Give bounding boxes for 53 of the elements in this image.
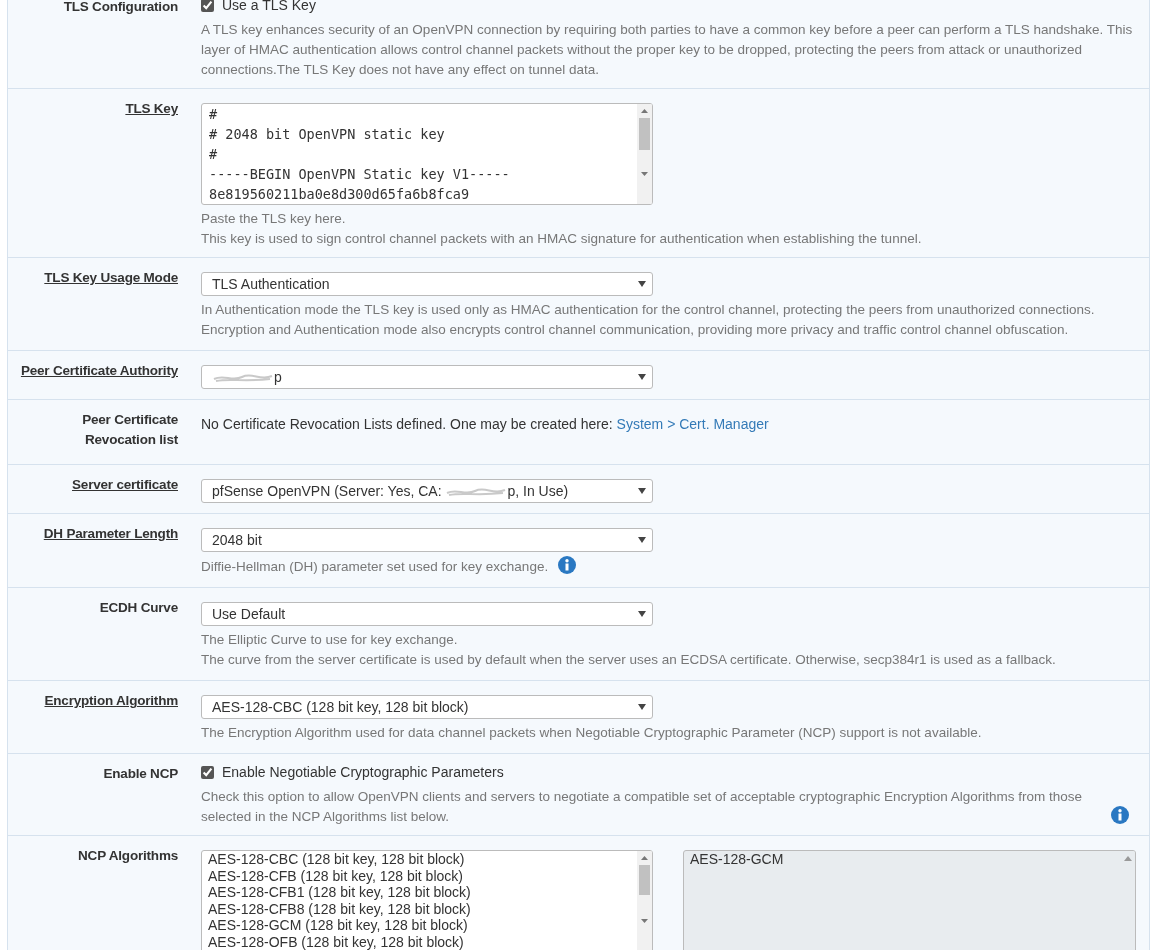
field-label[interactable]: Peer Certificate Authority — [20, 361, 178, 391]
checkbox[interactable] — [201, 765, 214, 779]
help-text: Paste the TLS key here. — [201, 210, 347, 228]
info-text: No Certificate Revocation Lists defined. One may be created here: System > Cert. Manager — [201, 415, 770, 434]
caret-icon — [638, 704, 646, 710]
help-text: The Encryption Algorithm used for data channel packets when Negotiable Cryptographic Parameter (NCP) support is not available. — [201, 724, 983, 742]
list-option[interactable]: AES-128-OFB (128 bit key, 128 bit block) — [208, 933, 632, 950]
field-label[interactable]: TLS Key Usage Mode — [44, 268, 178, 342]
help-text: This key is used to sign control channel packets with an HMAC signature for authentication when establishing the tunnel. — [201, 230, 923, 248]
list-option[interactable]: AES-128-GCM — [690, 851, 1115, 868]
field-label: ECDH Curve — [99, 599, 178, 617]
list-option[interactable]: AES-128-CFB (128 bit key, 128 bit block) — [208, 867, 632, 884]
redaction-scribble — [212, 373, 274, 384]
select-field[interactable]: 2048 bit — [201, 528, 653, 552]
help-text: Check this option to allow OpenVPN clients and servers to negotiate a compatible set of acceptable cryptographic Encryption Algorithms from those selected in the NCP Algorithms list below. — [201, 788, 1083, 826]
redaction-scribble — [445, 487, 508, 498]
caret-icon — [638, 281, 646, 287]
caret-icon — [638, 374, 646, 380]
list-option[interactable]: AES-128-CBC (128 bit key, 128 bit block) — [208, 851, 632, 868]
help-text: A TLS key enhances security of an OpenVPN connection by requiring both parties to have a common key before a peer can perform a TLS handshake. This layer of HMAC authentication allows control channel packets without the proper key to be dropped, protecting the peers from attack or unauthorized connections.The TLS Key does not have any effect on tunnel data. — [201, 21, 1134, 79]
field-label: Peer Certificate Revocation list — [81, 411, 178, 449]
field-label: Enable NCP — [103, 765, 178, 783]
field-label: TLS Configuration — [63, 0, 178, 16]
key-text-area[interactable]: # # 2048 bit OpenVPN static key # -----BEGIN OpenVPN Static key V1----- 8e819560211ba0e8d300d65fa6b8fca9 — [201, 103, 653, 205]
list-option[interactable]: AES-128-GCM (128 bit key, 128 bit block) — [208, 917, 632, 934]
field-label[interactable]: Encryption Algorithm — [44, 691, 178, 745]
list-option[interactable]: AES-128-CFB1 (128 bit key, 128 bit block) — [208, 884, 632, 901]
help-text: Diffie-Hellman (DH) parameter set used for key exchange. — [201, 558, 549, 576]
checkbox-label[interactable]: Enable Negotiable Cryptographic Parameters — [222, 762, 504, 782]
caret-icon — [638, 611, 646, 617]
field-label[interactable]: TLS Key — [125, 99, 178, 249]
link[interactable]: System > Cert. Manager — [616, 416, 769, 432]
help-text: The curve from the server certificate is used by default when the server uses an ECDSA certificate. Otherwise, secp384r1 is used as a fallback. — [201, 651, 1057, 669]
scroll-arrow-icon — [1123, 856, 1132, 861]
select-field[interactable]: TLS Authentication — [201, 272, 653, 296]
select-field[interactable]: AES-128-CBC (128 bit key, 128 bit block) — [201, 695, 653, 719]
help-text: Encryption and Authentication mode also encrypts control channel communication, providing more privacy and traffic control channel obfuscation. — [201, 321, 1070, 339]
scrollbar[interactable] — [637, 104, 652, 204]
select-field[interactable]: p — [201, 365, 653, 389]
caret-icon — [638, 488, 646, 494]
help-text: The Elliptic Curve to use for key exchange. — [201, 631, 459, 649]
field-label[interactable]: Server certificate — [72, 475, 178, 505]
checkbox-label[interactable]: Use a TLS Key — [222, 0, 316, 15]
field-label[interactable]: DH Parameter Length — [43, 524, 178, 579]
select-field[interactable]: Use Default — [201, 602, 653, 626]
caret-icon — [638, 537, 646, 543]
help-text: In Authentication mode the TLS key is used only as HMAC authentication for the control channel, protecting the peers from unauthorized connections. — [201, 301, 1096, 319]
selected-algorithm-listbox[interactable]: AES-128-GCM — [683, 850, 1136, 950]
checkbox[interactable] — [201, 0, 214, 12]
select-field[interactable]: pfSense OpenVPN (Server: Yes, CA: p, In Use) — [201, 479, 653, 503]
algorithm-listbox[interactable] — [201, 850, 653, 950]
list-option[interactable]: AES-128-CFB8 (128 bit key, 128 bit block) — [208, 900, 632, 917]
field-label: NCP Algorithms — [78, 847, 178, 865]
